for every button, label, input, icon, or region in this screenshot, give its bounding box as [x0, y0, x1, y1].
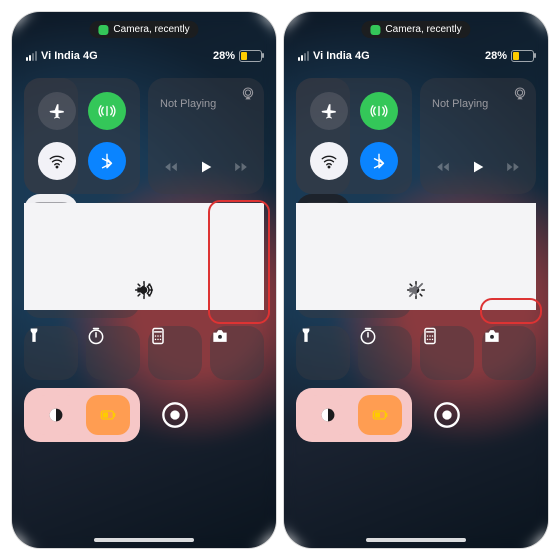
accessibility-group[interactable] [24, 388, 140, 442]
calculator-icon [148, 326, 168, 346]
signal-icon [26, 51, 37, 61]
rewind-icon[interactable] [162, 160, 180, 174]
phone-left: Camera, recently Vi India 4G 28% [12, 12, 276, 548]
now-playing-label: Not Playing [432, 98, 488, 110]
now-playing-label: Not Playing [160, 98, 216, 110]
flashlight-icon [296, 326, 316, 346]
media-tile[interactable]: Not Playing [148, 78, 264, 194]
wifi-icon [320, 152, 338, 170]
signal-icon [298, 51, 309, 61]
play-icon[interactable] [198, 158, 214, 176]
battery-text: 28% [213, 50, 235, 62]
cellular-toggle[interactable] [88, 92, 126, 130]
battery-icon [511, 50, 534, 62]
battery-text: 28% [485, 50, 507, 62]
calculator-button[interactable] [148, 326, 202, 380]
antenna-icon [98, 102, 116, 120]
privacy-pill[interactable]: Camera, recently [361, 21, 470, 38]
camera-button[interactable] [482, 326, 536, 380]
color-filters-toggle[interactable] [34, 395, 78, 435]
connectivity-group[interactable] [24, 78, 140, 194]
airplane-toggle[interactable] [310, 92, 348, 130]
privacy-label: Camera, recently [113, 24, 189, 35]
record-icon [433, 401, 461, 429]
privacy-label: Camera, recently [385, 24, 461, 35]
status-bar: Vi India 4G 28% [284, 50, 548, 68]
low-power-toggle[interactable] [358, 395, 402, 435]
accessibility-group[interactable] [296, 388, 412, 442]
screen-record-button[interactable] [148, 388, 202, 442]
calculator-icon [420, 326, 440, 346]
airplane-icon [48, 102, 66, 120]
status-bar: Vi India 4G 28% [12, 50, 276, 68]
home-indicator[interactable] [94, 538, 194, 542]
color-filters-icon [317, 404, 339, 426]
privacy-pill[interactable]: Camera, recently [89, 21, 198, 38]
screen-record-button[interactable] [420, 388, 474, 442]
airplay-icon[interactable] [512, 86, 528, 102]
forward-icon[interactable] [232, 160, 250, 174]
airplay-icon[interactable] [240, 86, 256, 102]
carrier-label: Vi India 4G [41, 50, 98, 62]
camera-icon [98, 25, 108, 35]
timer-icon [358, 326, 378, 346]
forward-icon[interactable] [504, 160, 522, 174]
battery-icon [239, 50, 262, 62]
timer-button[interactable] [358, 326, 412, 380]
antenna-icon [370, 102, 388, 120]
camera-icon [370, 25, 380, 35]
camera-icon [482, 326, 502, 346]
bluetooth-toggle[interactable] [360, 142, 398, 180]
calculator-button[interactable] [420, 326, 474, 380]
connectivity-group[interactable] [296, 78, 412, 194]
camera-icon [210, 326, 230, 346]
bluetooth-icon [370, 152, 388, 170]
timer-button[interactable] [86, 326, 140, 380]
carrier-label: Vi India 4G [313, 50, 370, 62]
flashlight-button[interactable] [24, 326, 78, 380]
record-icon [161, 401, 189, 429]
cellular-toggle[interactable] [360, 92, 398, 130]
home-indicator[interactable] [366, 538, 466, 542]
wifi-icon [48, 152, 66, 170]
battery-low-icon [94, 407, 122, 423]
timer-icon [86, 326, 106, 346]
flashlight-button[interactable] [296, 326, 350, 380]
wifi-toggle[interactable] [38, 142, 76, 180]
bluetooth-icon [98, 152, 116, 170]
bluetooth-toggle[interactable] [88, 142, 126, 180]
flashlight-icon [24, 326, 44, 346]
wifi-toggle[interactable] [310, 142, 348, 180]
camera-button[interactable] [210, 326, 264, 380]
phone-right: Camera, recently Vi India 4G 28% Not Pla… [284, 12, 548, 548]
airplane-toggle[interactable] [38, 92, 76, 130]
low-power-toggle[interactable] [86, 395, 130, 435]
play-icon[interactable] [470, 158, 486, 176]
battery-low-icon [366, 407, 394, 423]
airplane-icon [320, 102, 338, 120]
media-tile[interactable]: Not Playing [420, 78, 536, 194]
color-filters-icon [45, 404, 67, 426]
rewind-icon[interactable] [434, 160, 452, 174]
color-filters-toggle[interactable] [306, 395, 350, 435]
